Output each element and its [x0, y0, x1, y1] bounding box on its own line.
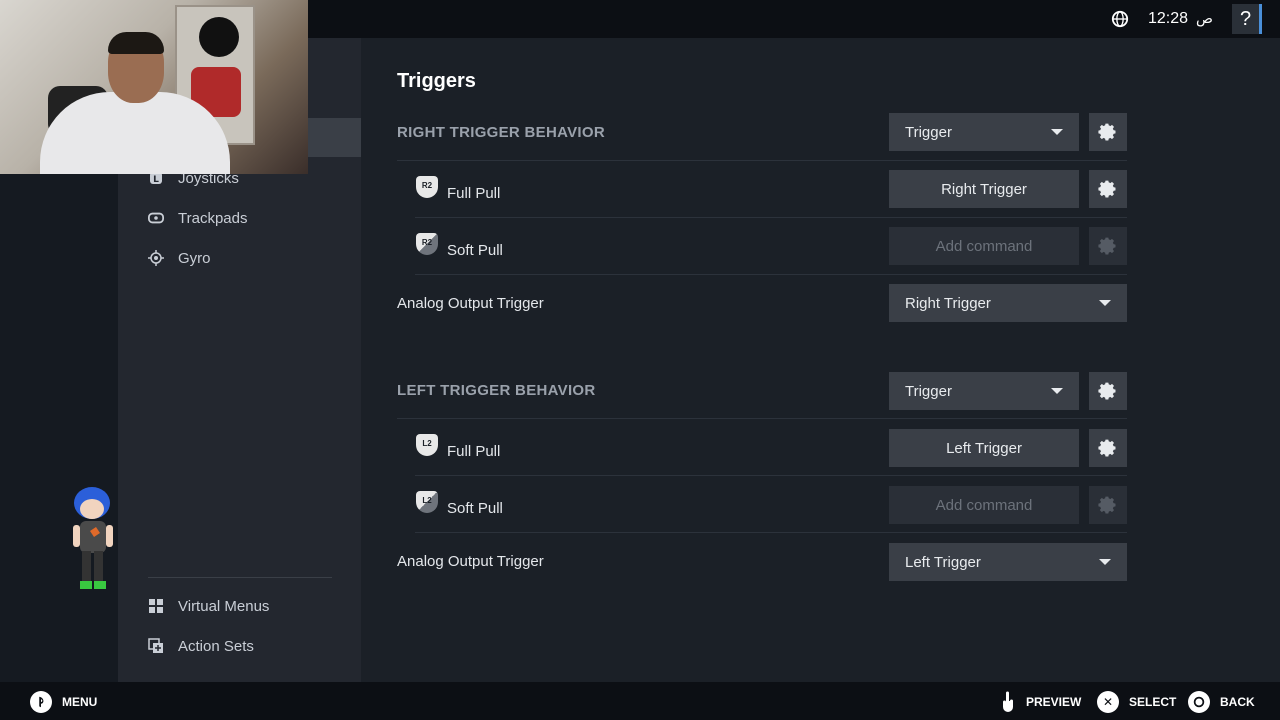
main-panel: Triggers RIGHT TRIGGER BEHAVIOR Trigger … — [361, 38, 1280, 682]
l2-badge-icon: L2 — [416, 434, 438, 456]
sidebar-item-label: Trackpads — [178, 209, 248, 227]
right-trigger-settings-button[interactable] — [1089, 113, 1127, 151]
sidebar-item-label: Gyro — [178, 249, 211, 267]
sidebar-item-label: Virtual Menus — [178, 597, 270, 615]
right-trigger-behavior-dropdown[interactable]: Trigger — [889, 113, 1079, 151]
left-full-pull-command-button[interactable]: Left Trigger — [889, 429, 1079, 467]
gear-icon — [1098, 439, 1116, 457]
left-soft-pull-add-command-button[interactable]: Add command — [889, 486, 1079, 524]
trackpad-icon — [148, 210, 164, 226]
divider — [415, 217, 1127, 218]
dropdown-value: Trigger — [905, 123, 952, 141]
avatar-sprite-image — [73, 487, 113, 589]
back-hint[interactable]: BACK — [1188, 691, 1255, 713]
clock-period: ص — [1196, 11, 1213, 27]
gear-icon — [1098, 123, 1116, 141]
chevron-down-icon — [1099, 300, 1111, 306]
right-trigger-heading: RIGHT TRIGGER BEHAVIOR — [397, 124, 605, 141]
page-title: Triggers — [397, 70, 476, 92]
svg-text:L: L — [153, 175, 159, 185]
sidebar-item-action-sets[interactable]: Action Sets — [148, 632, 254, 660]
globe-icon[interactable] — [1111, 10, 1129, 28]
dropdown-value: Trigger — [905, 382, 952, 400]
back-label: BACK — [1220, 695, 1255, 709]
touch-icon — [1003, 691, 1013, 712]
action-sets-icon — [148, 638, 164, 654]
right-soft-pull-label: Soft Pull — [447, 242, 503, 259]
right-full-pull-label: Full Pull — [447, 185, 501, 202]
left-full-pull-settings-button[interactable] — [1089, 429, 1127, 467]
left-trigger-behavior-dropdown[interactable]: Trigger — [889, 372, 1079, 410]
chevron-down-icon — [1051, 129, 1063, 135]
gear-icon — [1098, 180, 1116, 198]
chevron-down-icon — [1099, 559, 1111, 565]
sidebar-item-label: Action Sets — [178, 637, 254, 655]
divider — [397, 418, 1127, 419]
sidebar-divider — [148, 577, 332, 578]
divider — [415, 532, 1127, 533]
select-hint[interactable]: ✕ SELECT — [1097, 691, 1176, 713]
grid-icon — [148, 598, 164, 614]
right-full-pull-command-button[interactable]: Right Trigger — [889, 170, 1079, 208]
menu-label: MENU — [62, 695, 98, 709]
left-analog-output-dropdown[interactable]: Left Trigger — [889, 543, 1127, 581]
r2-soft-badge-icon: R2 — [416, 233, 438, 255]
menu-hint[interactable]: MENU — [30, 691, 97, 713]
sidebar-item-gyro[interactable]: Gyro — [148, 244, 211, 272]
left-analog-output-label: Analog Output Trigger — [397, 553, 544, 570]
right-soft-pull-settings-button[interactable] — [1089, 227, 1127, 265]
dropdown-value: Left Trigger — [905, 553, 981, 571]
divider — [415, 475, 1127, 476]
r2-badge-icon: R2 — [416, 176, 438, 198]
left-full-pull-label: Full Pull — [447, 443, 501, 460]
bottom-bar: MENU PREVIEW ✕ SELECT BACK — [0, 682, 1280, 720]
playstation-icon — [30, 691, 52, 713]
circle-button-icon — [1188, 691, 1210, 713]
right-soft-pull-add-command-button[interactable]: Add command — [889, 227, 1079, 265]
right-full-pull-settings-button[interactable] — [1089, 170, 1127, 208]
gear-icon — [1098, 237, 1116, 255]
right-analog-output-dropdown[interactable]: Right Trigger — [889, 284, 1127, 322]
left-trigger-settings-button[interactable] — [1089, 372, 1127, 410]
l2-soft-badge-icon: L2 — [416, 491, 438, 513]
divider — [415, 274, 1127, 275]
left-soft-pull-settings-button[interactable] — [1089, 486, 1127, 524]
left-soft-pull-label: Soft Pull — [447, 500, 503, 517]
gear-icon — [1098, 496, 1116, 514]
left-trigger-heading: LEFT TRIGGER BEHAVIOR — [397, 382, 596, 399]
gyro-icon — [148, 250, 164, 266]
clock-time: 12:28 — [1148, 10, 1189, 27]
preview-label: PREVIEW — [1026, 695, 1082, 709]
select-label: SELECT — [1129, 695, 1177, 709]
divider — [397, 160, 1127, 161]
person-hair-image — [108, 32, 164, 54]
dropdown-value: Right Trigger — [905, 294, 991, 312]
sidebar-item-virtual-menus[interactable]: Virtual Menus — [148, 592, 269, 620]
help-button[interactable]: ? — [1232, 4, 1262, 34]
sidebar-item-trackpads[interactable]: Trackpads — [148, 204, 247, 232]
gear-icon — [1098, 382, 1116, 400]
chevron-down-icon — [1051, 388, 1063, 394]
preview-hint[interactable]: PREVIEW — [1000, 691, 1081, 713]
cross-button-icon: ✕ — [1097, 691, 1119, 713]
right-analog-output-label: Analog Output Trigger — [397, 295, 544, 312]
webcam-overlay — [0, 0, 308, 174]
